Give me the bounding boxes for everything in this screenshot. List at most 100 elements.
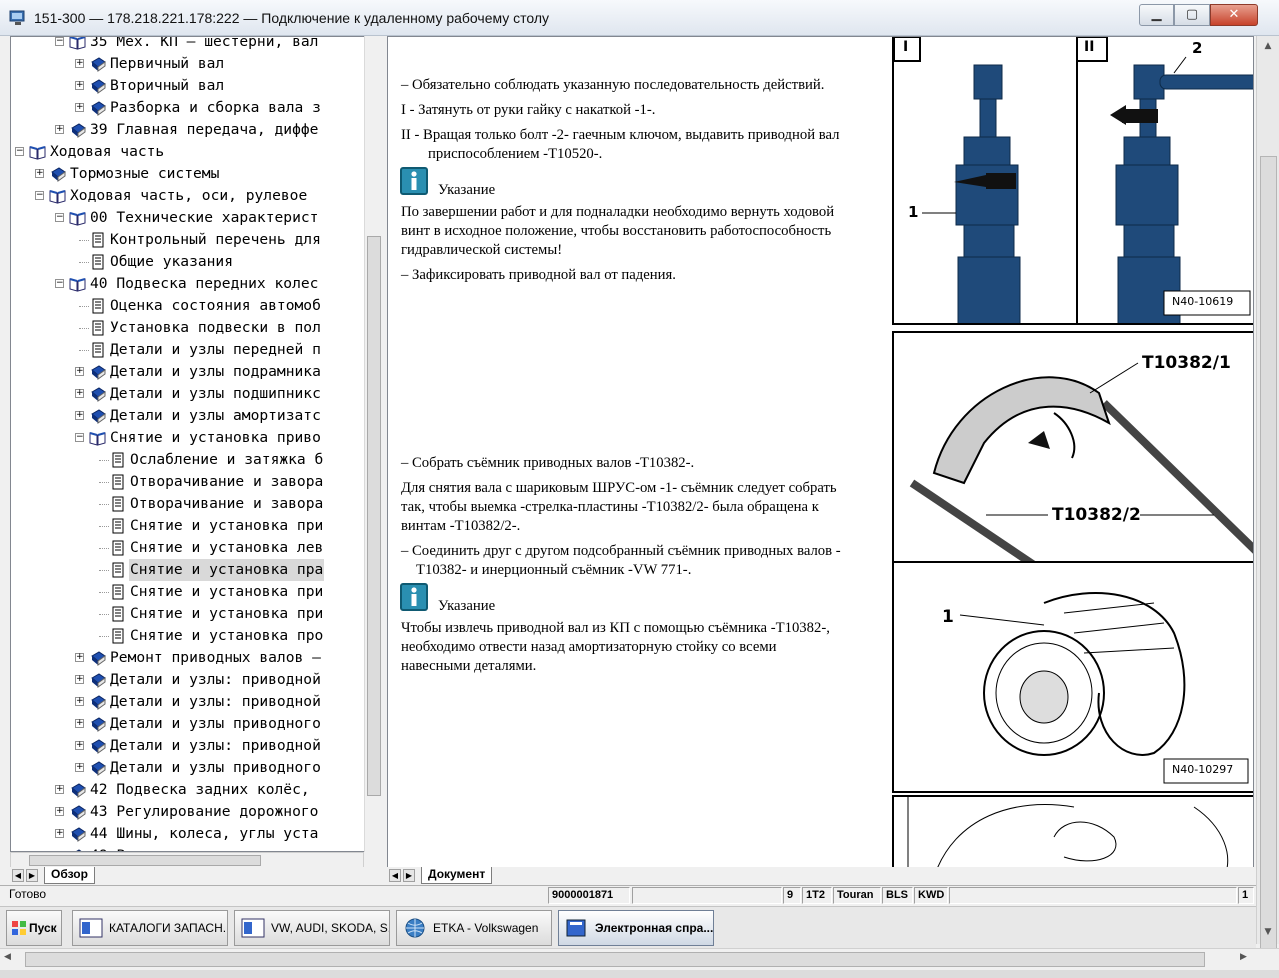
step-connect-1: – Соединить друг с другом подсобранный с… (401, 543, 841, 559)
expand-icon[interactable]: + (75, 763, 84, 772)
book-closed-icon (71, 783, 86, 798)
expand-icon[interactable]: + (75, 675, 84, 684)
page-icon (92, 298, 104, 314)
tree-item[interactable]: + Детали и узлы: приводной (11, 691, 371, 713)
expand-icon[interactable]: + (35, 169, 44, 178)
hscroll-thumb[interactable] (25, 952, 1205, 967)
tree-item[interactable]: + Детали и узлы: приводной (11, 735, 371, 757)
remote-desktop-vertical-scrollbar[interactable]: ▲ ▼ (1256, 36, 1279, 956)
tree-item[interactable]: + Первичный вал (11, 53, 371, 75)
task-catalogs[interactable]: КАТАЛОГИ ЗАПАСН... (72, 910, 228, 946)
tree-item[interactable]: Снятие и установка при (11, 581, 371, 603)
expand-icon[interactable]: + (55, 785, 64, 794)
tree-item[interactable]: + Детали и узлы: приводной (11, 669, 371, 691)
contents-tree[interactable]: − 35 Мех. КП – шестерни, вал + Первичный ва… (10, 36, 382, 852)
tree-item[interactable]: + Детали и узлы подрамника (11, 361, 371, 383)
tree-item[interactable]: +48 Рулевое управление (11, 845, 371, 851)
tree-item[interactable]: + Детали и узлы приводного (11, 757, 371, 779)
tab-overview[interactable]: Обзор (44, 867, 95, 884)
tree-item[interactable]: Снятие и установка лев (11, 537, 371, 559)
tree-item[interactable]: Снятие и установка при (11, 603, 371, 625)
tree-item[interactable]: − Ходовая часть, оси, рулевое (11, 185, 371, 207)
tree-item[interactable]: + Вторичный вал (11, 75, 371, 97)
maximize-button[interactable]: ▢ (1174, 4, 1210, 26)
tree-scrollbar-thumb[interactable] (367, 236, 381, 796)
tree-item[interactable]: +43 Регулирование дорожного (11, 801, 371, 823)
tree-item[interactable]: Контрольный перечень для (11, 229, 371, 251)
tree-item[interactable]: − 35 Мех. КП – шестерни, вал (11, 37, 371, 53)
expand-icon[interactable]: + (75, 411, 84, 420)
collapse-icon[interactable]: − (15, 147, 24, 156)
collapse-icon[interactable]: − (55, 279, 64, 288)
remote-desktop-horizontal-scrollbar[interactable]: ◀ ▶ (0, 948, 1279, 970)
tree-item[interactable]: + Разборка и сборка вала з (11, 97, 371, 119)
book-open-icon (49, 190, 66, 204)
collapse-icon[interactable]: − (55, 37, 64, 46)
tree-tab-strip: ◀ ▶ Обзор (10, 867, 382, 885)
tree-item[interactable]: + Детали и узлы подшипникс (11, 383, 371, 405)
tree-item[interactable]: Снятие и установка про (11, 625, 371, 647)
tab-prev-icon[interactable]: ◀ (389, 869, 401, 882)
tree-item[interactable]: Снятие и установка пра (11, 559, 371, 581)
expand-icon[interactable]: + (75, 367, 84, 376)
book-closed-icon (91, 387, 106, 402)
page-icon (92, 320, 104, 336)
tab-next-icon[interactable]: ▶ (403, 869, 415, 882)
tab-document[interactable]: Документ (421, 867, 493, 884)
tree-hscroll-thumb[interactable] (29, 855, 261, 866)
collapse-icon[interactable]: − (75, 433, 84, 442)
expand-icon[interactable]: + (75, 697, 84, 706)
expand-icon[interactable]: + (75, 389, 84, 398)
scroll-left-arrow-icon[interactable]: ◀ (4, 952, 11, 962)
tree-item[interactable]: − Ходовая часть (11, 141, 371, 163)
expand-icon[interactable]: + (75, 719, 84, 728)
tree-item[interactable]: − Снятие и установка приво (11, 427, 371, 449)
expand-icon[interactable]: + (75, 103, 84, 112)
tree-item[interactable]: +44 Шины, колеса, углы уста (11, 823, 371, 845)
expand-icon[interactable]: + (55, 829, 64, 838)
tree-item[interactable]: Оценка состояния автомоб (11, 295, 371, 317)
tab-next-icon[interactable]: ▶ (26, 869, 38, 882)
tree-item[interactable]: Ослабление и затяжка б (11, 449, 371, 471)
tree-item[interactable]: Снятие и установка при (11, 515, 371, 537)
tree-item[interactable]: Установка подвески в пол (11, 317, 371, 339)
expand-icon[interactable]: + (55, 125, 64, 134)
tree-item[interactable]: +39 Главная передача, диффе (11, 119, 371, 141)
tree-item[interactable]: Отворачивание и завора (11, 493, 371, 515)
tree-item-label: Снятие и установка пра (129, 559, 325, 581)
scroll-right-arrow-icon[interactable]: ▶ (1240, 952, 1247, 962)
figure-cv-joint: 1 N40-10297 (892, 561, 1253, 793)
tree-horizontal-scrollbar[interactable] (10, 852, 364, 868)
tree-item[interactable]: + Детали и узлы амортизатс (11, 405, 371, 427)
tree-item[interactable]: + Детали и узлы приводного (11, 713, 371, 735)
tree-item[interactable]: + Тормозные системы (11, 163, 371, 185)
scrollbar-thumb[interactable] (1260, 156, 1277, 956)
tab-prev-icon[interactable]: ◀ (12, 869, 24, 882)
tree-item[interactable]: +42 Подвеска задних колёс, (11, 779, 371, 801)
collapse-icon[interactable]: − (55, 213, 64, 222)
book-closed-icon (91, 761, 106, 776)
tree-item[interactable]: Отворачивание и завора (11, 471, 371, 493)
tree-vertical-scrollbar[interactable] (364, 36, 382, 852)
tree-item[interactable]: Общие указания (11, 251, 371, 273)
scroll-down-arrow-icon[interactable]: ▼ (1257, 924, 1279, 941)
minimize-button[interactable]: ▁ (1139, 4, 1174, 26)
expand-icon[interactable]: + (75, 741, 84, 750)
task-electronic-manual[interactable]: Электронная спра... (558, 910, 714, 946)
task-etka[interactable]: ETKA - Volkswagen (396, 910, 552, 946)
expand-icon[interactable]: + (75, 81, 84, 90)
scroll-up-arrow-icon[interactable]: ▲ (1257, 38, 1279, 55)
tree-item[interactable]: − 00 Технические характерист (11, 207, 371, 229)
expand-icon[interactable]: + (75, 653, 84, 662)
tree-item[interactable]: + Ремонт приводных валов – (11, 647, 371, 669)
close-button[interactable]: ✕ (1210, 4, 1258, 26)
expand-icon[interactable]: + (55, 807, 64, 816)
tree-item[interactable]: − 40 Подвеска передних колес (11, 273, 371, 295)
status-doc-id: 9000001871 (548, 887, 630, 904)
expand-icon[interactable]: + (75, 59, 84, 68)
start-button[interactable]: Пуск (6, 910, 62, 946)
collapse-icon[interactable]: − (35, 191, 44, 200)
tree-item[interactable]: Детали и узлы передней п (11, 339, 371, 361)
document-tab-strip: ◀ ▶ Документ (387, 867, 1254, 885)
task-vw-audi[interactable]: VW, AUDI, SKODA, S... (234, 910, 390, 946)
